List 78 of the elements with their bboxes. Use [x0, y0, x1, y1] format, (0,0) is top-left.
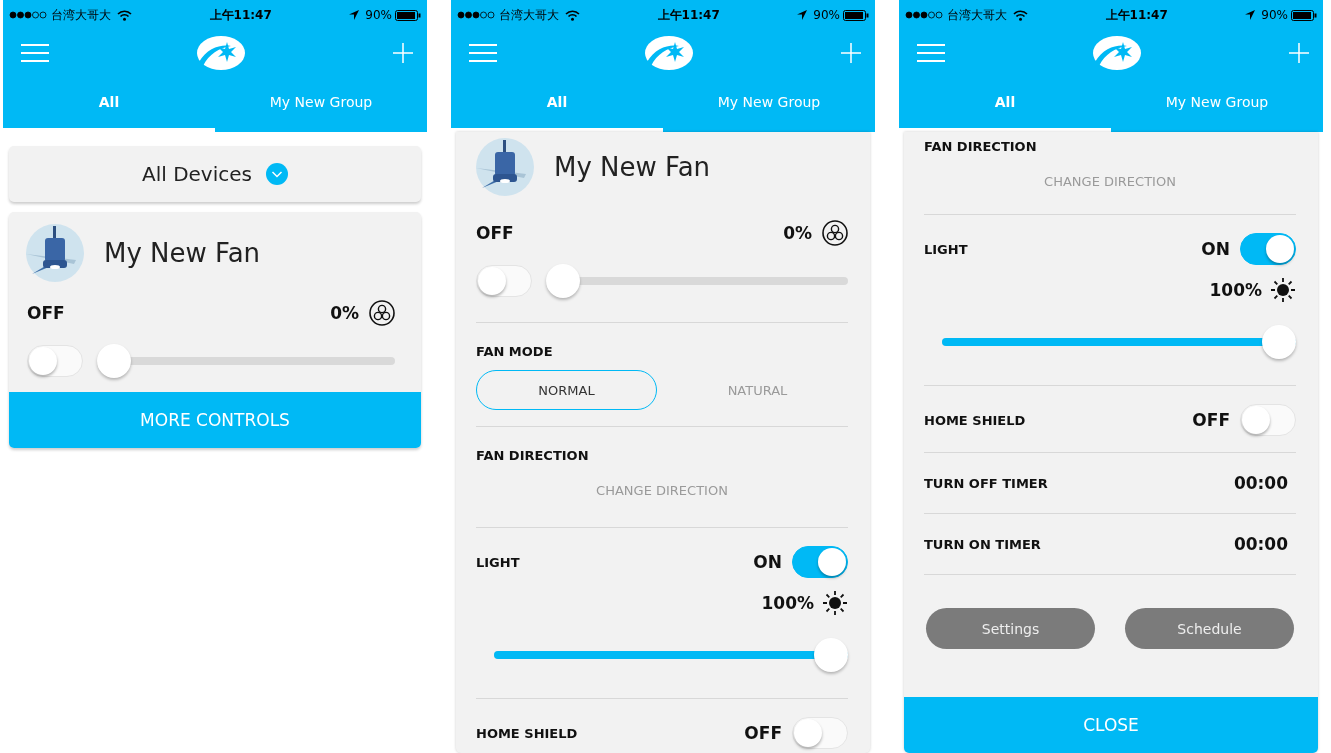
slider[interactable] — [942, 325, 1296, 359]
tab[interactable]: All — [3, 75, 215, 132]
timer-value: 00:00 — [1233, 534, 1288, 554]
battery-icon — [395, 9, 421, 21]
wifi-icon — [1013, 9, 1028, 21]
signal-icon — [905, 11, 943, 19]
battery-percent: 90% — [365, 8, 392, 22]
fan-icon — [369, 300, 395, 326]
carrier-name: 台湾大哥大 — [51, 6, 111, 24]
menu-icon[interactable] — [917, 43, 945, 62]
plus-icon[interactable] — [393, 42, 413, 63]
brightness-value: 100% — [761, 593, 814, 613]
fan-state-label: OFF — [27, 303, 65, 323]
signal-icon — [9, 11, 47, 19]
carrier-name: 台湾大哥大 — [947, 6, 1007, 24]
logo-icon — [1093, 35, 1141, 70]
location-arrow-icon — [349, 10, 360, 20]
status-time: 上午11:47 — [657, 6, 720, 24]
wifi-icon — [565, 9, 580, 21]
toggle-switch[interactable] — [792, 546, 848, 578]
device-filter-dropdown[interactable]: All Devices — [9, 146, 421, 202]
brightness-value: 100% — [1209, 280, 1262, 300]
section-title: FAN MODE — [476, 344, 553, 359]
slider[interactable] — [546, 264, 848, 298]
sun-icon — [1270, 277, 1296, 303]
timer-value: 00:00 — [1233, 473, 1288, 493]
wifi-icon — [117, 9, 132, 21]
location-arrow-icon — [797, 10, 808, 20]
pill-button[interactable]: Settings — [926, 608, 1095, 649]
close-button[interactable]: CLOSE — [904, 697, 1318, 753]
change-direction-button[interactable]: CHANGE DIRECTION — [1038, 173, 1182, 190]
logo-icon — [197, 35, 245, 70]
section-title: FAN DIRECTION — [924, 139, 1037, 154]
status-time: 上午11:47 — [209, 6, 272, 24]
toggle-state-label: OFF — [1192, 410, 1230, 430]
section-title: LIGHT — [924, 241, 968, 257]
tab[interactable]: My New Group — [215, 75, 427, 132]
change-direction-button[interactable]: CHANGE DIRECTION — [590, 482, 734, 499]
fan-speed-value: 0% — [330, 303, 359, 323]
battery-icon — [1291, 9, 1317, 21]
timer-label: TURN ON TIMER — [924, 536, 1041, 552]
tab[interactable]: My New Group — [1111, 75, 1323, 132]
location-arrow-icon — [1245, 10, 1256, 20]
tab[interactable]: My New Group — [663, 75, 875, 132]
logo-icon — [645, 35, 693, 70]
fan-icon — [822, 220, 848, 246]
section-title: HOME SHIELD — [924, 412, 1026, 428]
ceiling-fan-picture — [26, 224, 84, 282]
light-state-label: ON — [753, 552, 782, 572]
plus-icon[interactable] — [841, 42, 861, 63]
fan-speed-value: 0% — [783, 223, 812, 243]
signal-icon — [457, 11, 495, 19]
menu-icon[interactable] — [21, 43, 49, 62]
slider[interactable] — [494, 638, 848, 672]
more-controls-button[interactable]: MORE CONTROLS — [9, 392, 421, 448]
battery-percent: 90% — [813, 8, 840, 22]
slider[interactable] — [97, 344, 395, 378]
battery-percent: 90% — [1261, 8, 1288, 22]
toggle-switch[interactable] — [1240, 233, 1296, 265]
section-title: FAN DIRECTION — [476, 448, 589, 463]
toggle-state-label: OFF — [744, 723, 782, 743]
sun-icon — [822, 590, 848, 616]
menu-icon[interactable] — [469, 43, 497, 62]
timer-label: TURN OFF TIMER — [924, 475, 1048, 491]
carrier-name: 台湾大哥大 — [499, 6, 559, 24]
status-time: 上午11:47 — [1105, 6, 1168, 24]
plus-icon[interactable] — [1289, 42, 1309, 63]
device-name: My New Fan — [104, 238, 261, 268]
mode-option[interactable]: NATURAL — [667, 370, 848, 410]
section-title: LIGHT — [476, 554, 520, 570]
fan-state-label: OFF — [476, 223, 514, 243]
section-title: HOME SHIELD — [476, 725, 578, 741]
battery-icon — [843, 9, 869, 21]
device-name: My New Fan — [554, 152, 711, 182]
light-state-label: ON — [1201, 239, 1230, 259]
pill-button[interactable]: Schedule — [1125, 608, 1294, 649]
chevron-down-icon — [266, 163, 288, 185]
ceiling-fan-picture — [476, 138, 534, 196]
